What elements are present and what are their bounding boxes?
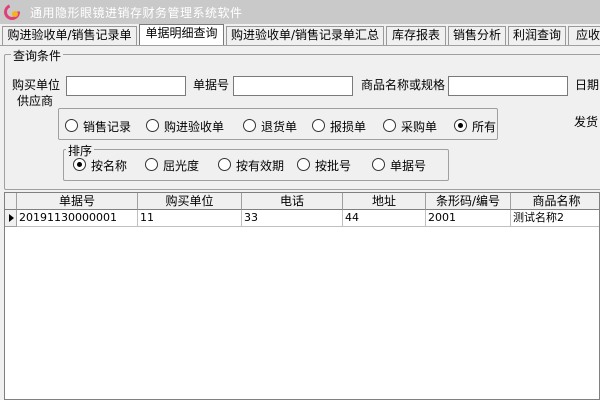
radio-purchase-receipt[interactable]: 购进验收单 bbox=[146, 117, 236, 135]
radio-all[interactable]: 所有 bbox=[454, 117, 499, 135]
radio-all-dot bbox=[454, 119, 467, 132]
radio-damage-report-dot bbox=[312, 119, 325, 132]
radio-purchase-order-label: 采购单 bbox=[401, 120, 438, 134]
tab-profit-query[interactable]: 利润查询 bbox=[508, 26, 566, 45]
product-label: 商品名称或规格 bbox=[361, 78, 446, 92]
radio-damage-report-label: 报损单 bbox=[330, 120, 367, 134]
sort-by-diopter[interactable]: 屈光度 bbox=[145, 156, 207, 174]
grid-corner bbox=[5, 193, 17, 210]
results-grid[interactable]: 单据号 购买单位 电话 地址 条形码/编号 商品名称 2019113000000… bbox=[4, 192, 600, 400]
product-input[interactable] bbox=[448, 76, 568, 96]
column-header-phone[interactable]: 电话 bbox=[242, 193, 343, 210]
radio-purchase-order[interactable]: 采购单 bbox=[383, 117, 443, 135]
radio-sales-record-dot bbox=[65, 119, 78, 132]
row-indicator[interactable] bbox=[5, 210, 17, 227]
sort-by-batch[interactable]: 按批号 bbox=[297, 156, 362, 174]
table-cell-address[interactable]: 44 bbox=[343, 210, 426, 227]
sort-by-name-dot bbox=[73, 158, 86, 171]
sort-by-expiry-dot bbox=[218, 158, 231, 171]
column-header-product-name[interactable]: 商品名称 bbox=[511, 193, 599, 210]
sort-by-diopter-dot bbox=[145, 158, 158, 171]
column-header-buyer[interactable]: 购买单位 bbox=[138, 193, 242, 210]
table-cell-product-name[interactable]: 测试名称2 bbox=[511, 210, 599, 227]
sort-by-diopter-label: 屈光度 bbox=[163, 159, 200, 173]
app-logo-icon bbox=[4, 4, 20, 20]
doc-no-input[interactable] bbox=[233, 76, 353, 96]
sort-by-name[interactable]: 按名称 bbox=[73, 156, 138, 174]
tab-inventory-report[interactable]: 库存报表 bbox=[386, 26, 446, 45]
radio-sales-record-label: 销售记录 bbox=[83, 120, 132, 134]
sort-by-doc-no[interactable]: 单据号 bbox=[372, 156, 437, 174]
ship-label: 发货 bbox=[574, 115, 599, 129]
radio-purchase-receipt-dot bbox=[146, 119, 159, 132]
date-label: 日期 bbox=[575, 78, 600, 92]
column-header-barcode[interactable]: 条形码/编号 bbox=[426, 193, 511, 210]
window-title: 通用隐形眼镜进销存财务管理系统软件 bbox=[30, 6, 243, 20]
table-cell-doc-no[interactable]: 20191130000001 bbox=[17, 210, 138, 227]
radio-damage-report[interactable]: 报损单 bbox=[312, 117, 372, 135]
radio-return-label: 退货单 bbox=[261, 120, 298, 134]
radio-return-dot bbox=[243, 119, 256, 132]
tab-strip: 购进验收单/销售记录单 单据明细查询 购进验收单/销售记录单汇总 库存报表 销售… bbox=[0, 24, 600, 45]
radio-all-label: 所有 bbox=[472, 120, 497, 134]
sort-by-doc-no-label: 单据号 bbox=[390, 159, 427, 173]
buyer-label: 购买单位 bbox=[12, 78, 61, 92]
tab-purchase-sales-record[interactable]: 购进验收单/销售记录单 bbox=[2, 26, 137, 45]
table-cell-barcode[interactable]: 2001 bbox=[426, 210, 511, 227]
sort-by-doc-no-dot bbox=[372, 158, 385, 171]
current-row-arrow-icon bbox=[9, 214, 14, 222]
table-cell-phone[interactable]: 33 bbox=[242, 210, 343, 227]
sort-by-name-label: 按名称 bbox=[91, 159, 128, 173]
column-header-doc-no[interactable]: 单据号 bbox=[17, 193, 138, 210]
radio-sales-record[interactable]: 销售记录 bbox=[65, 117, 140, 135]
doc-no-label: 单据号 bbox=[193, 78, 230, 92]
tab-purchase-sales-summary[interactable]: 购进验收单/销售记录单汇总 bbox=[226, 26, 384, 45]
tab-receivables[interactable]: 应收 bbox=[568, 26, 600, 45]
table-cell-buyer[interactable]: 11 bbox=[138, 210, 242, 227]
radio-purchase-receipt-label: 购进验收单 bbox=[164, 120, 225, 134]
supplier-label: 供应商 bbox=[17, 94, 54, 108]
radio-purchase-order-dot bbox=[383, 119, 396, 132]
tab-document-detail-query[interactable]: 单据明细查询 bbox=[139, 24, 224, 45]
tab-sales-analysis[interactable]: 销售分析 bbox=[448, 26, 506, 45]
query-conditions-title: 查询条件 bbox=[11, 47, 64, 64]
sort-by-expiry-label: 按有效期 bbox=[236, 159, 285, 173]
sort-by-expiry[interactable]: 按有效期 bbox=[218, 156, 293, 174]
sort-by-batch-label: 按批号 bbox=[315, 159, 352, 173]
title-bar: 通用隐形眼镜进销存财务管理系统软件 bbox=[0, 0, 600, 24]
sort-by-batch-dot bbox=[297, 158, 310, 171]
buyer-input[interactable] bbox=[66, 76, 186, 96]
radio-return[interactable]: 退货单 bbox=[243, 117, 303, 135]
column-header-address[interactable]: 地址 bbox=[343, 193, 426, 210]
